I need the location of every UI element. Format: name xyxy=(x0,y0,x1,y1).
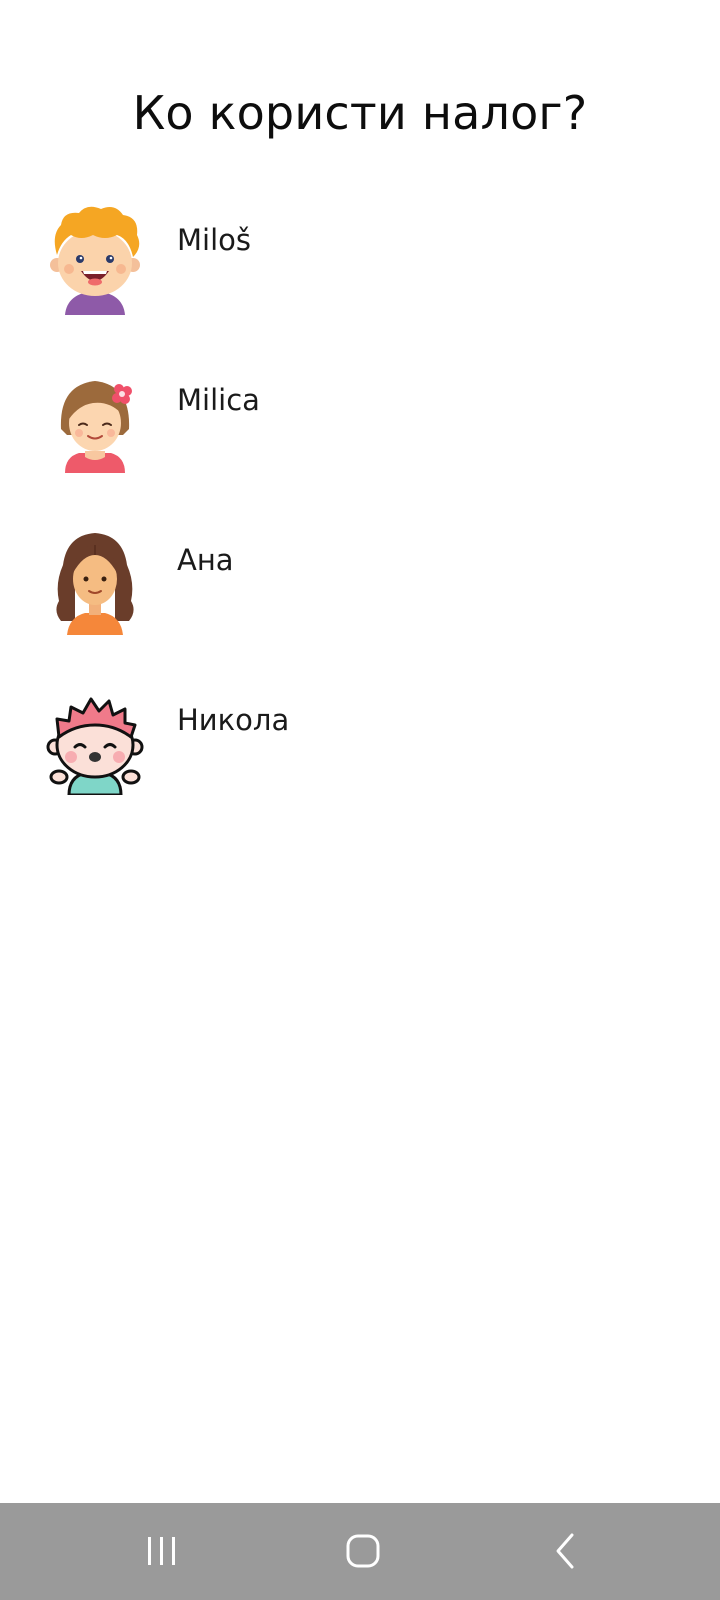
profile-name: Miloš xyxy=(177,223,251,257)
page-title: Ко користи налог? xyxy=(132,86,588,140)
long-hair-girl-avatar-icon xyxy=(45,525,145,635)
profile-list: Miloš Milica Ана Никола xyxy=(0,205,720,845)
back-button[interactable] xyxy=(506,1503,626,1600)
home-button[interactable] xyxy=(303,1503,423,1600)
profile-item-milos[interactable]: Miloš xyxy=(0,205,720,365)
curly-orange-hair-boy-avatar-icon xyxy=(45,205,145,315)
profile-name: Ана xyxy=(177,543,234,577)
recents-button[interactable] xyxy=(102,1503,222,1600)
profile-name: Milica xyxy=(177,383,260,417)
profile-item-nikola[interactable]: Никола xyxy=(0,685,720,845)
home-icon xyxy=(346,1534,380,1568)
profile-item-milica[interactable]: Milica xyxy=(0,365,720,525)
girl-with-flower-avatar-icon xyxy=(45,365,145,475)
recents-icon xyxy=(148,1537,175,1565)
profile-name: Никола xyxy=(177,703,290,737)
pink-hair-baby-avatar-icon xyxy=(45,685,145,795)
profile-item-ana[interactable]: Ана xyxy=(0,525,720,685)
back-icon xyxy=(556,1533,574,1569)
system-navigation-bar xyxy=(0,1503,720,1600)
